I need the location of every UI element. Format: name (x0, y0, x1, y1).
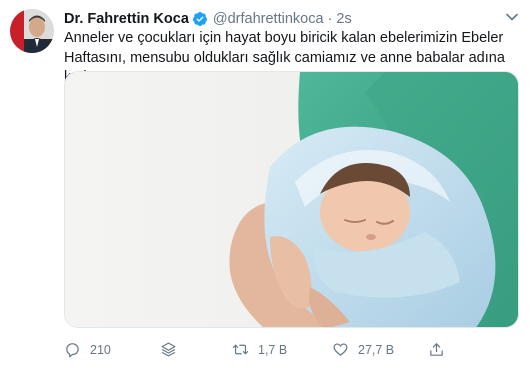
retweet-icon (232, 344, 249, 355)
separator-dot: · (327, 11, 333, 27)
reply-count: 210 (90, 342, 111, 357)
heart-icon (333, 343, 348, 356)
like-count: 27,7 B (358, 342, 395, 357)
author-name[interactable]: Dr. Fahrettin Koca (64, 11, 189, 27)
author-handle[interactable]: @drfahrettinkoca (213, 11, 324, 27)
chevron-down-icon[interactable] (505, 10, 519, 24)
tweet-timestamp[interactable]: 2s (336, 11, 351, 27)
tweet-card[interactable]: Dr. Fahrettin Koca @drfahrettinkoca · 2s… (0, 0, 529, 371)
avatar[interactable] (10, 9, 54, 53)
tweet-actions: 210 1,7 B 27,7 B (64, 341, 519, 361)
share-icon (430, 343, 443, 356)
retweet-button[interactable]: 1,7 B (232, 341, 287, 358)
verified-badge-icon (192, 11, 208, 27)
reply-button[interactable]: 210 (64, 341, 111, 358)
stack-button[interactable] (160, 341, 186, 358)
tweet-header: Dr. Fahrettin Koca @drfahrettinkoca · 2s (64, 10, 352, 28)
retweet-count: 1,7 B (258, 342, 288, 357)
like-button[interactable]: 27,7 B (332, 341, 394, 358)
share-button[interactable] (428, 341, 454, 358)
tweet-text-line-1: Anneler ve çocukları için hayat boyu bir… (64, 30, 504, 46)
layers-icon (161, 342, 176, 357)
reply-icon (66, 343, 79, 358)
tweet-photo[interactable] (64, 71, 519, 328)
